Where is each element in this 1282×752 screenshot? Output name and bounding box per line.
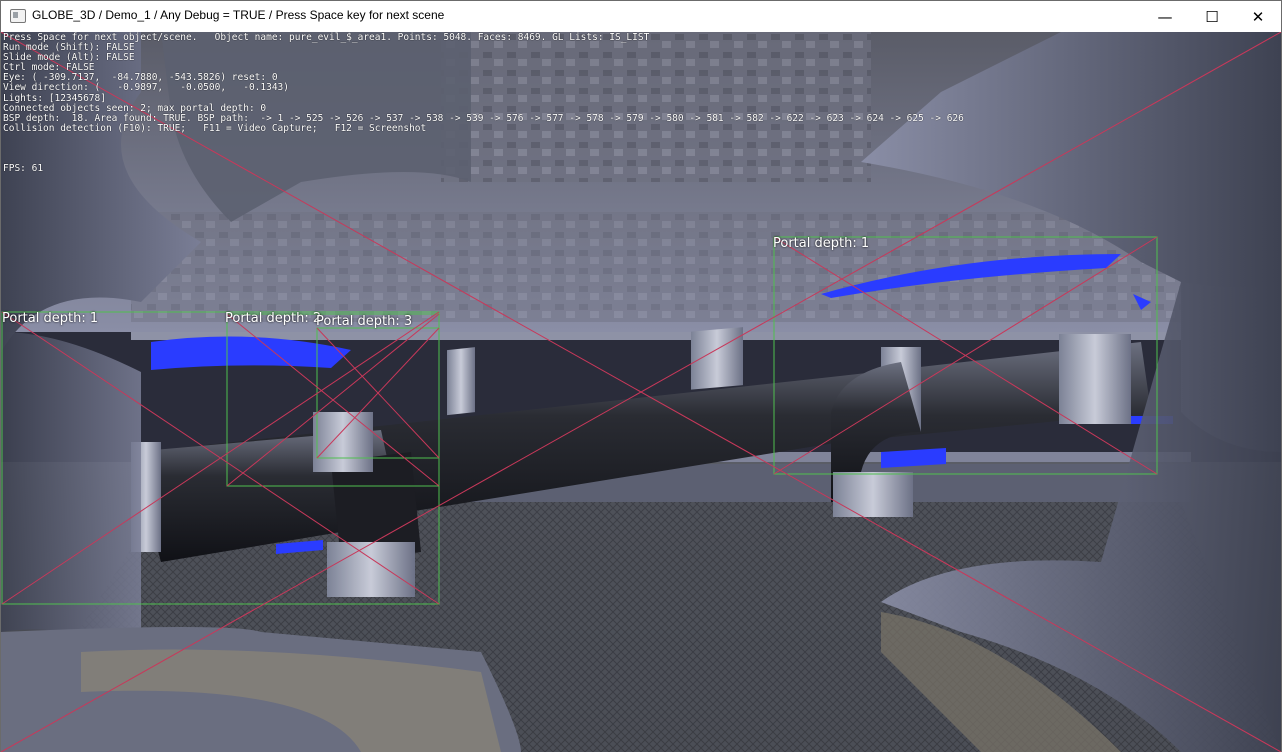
close-button[interactable]: ✕ [1235,1,1281,32]
3d-viewport[interactable]: Press Space for next object/scene. Objec… [1,32,1281,752]
hud-line: Collision detection (F10): TRUE; F11 = V… [3,122,427,134]
maximize-button[interactable]: ☐ [1189,1,1235,32]
scene-render [1,32,1281,752]
portal-label: Portal depth: 1 [2,311,99,326]
hud-line: View direction: ( -0.9897, -0.0500, -0.1… [3,82,289,94]
app-window-icon [10,9,26,23]
window-title: GLOBE_3D / Demo_1 / Any Debug = TRUE / P… [32,8,445,22]
portal-label: Portal depth: 1 [773,236,870,251]
app-window: GLOBE_3D / Demo_1 / Any Debug = TRUE / P… [0,0,1282,752]
fps-counter: FPS: 61 [3,163,44,174]
maximize-icon: ☐ [1205,7,1219,26]
minimize-icon: — [1157,7,1173,26]
debug-hud: Press Space for next object/scene. Objec… [3,32,964,134]
hud-line: Press Space for next object/scene. Objec… [3,32,650,43]
minimize-button[interactable]: — [1142,1,1188,32]
hud-line: Run mode (Shift): FALSE [3,42,135,54]
title-bar[interactable]: GLOBE_3D / Demo_1 / Any Debug = TRUE / P… [1,1,1281,32]
hud-line: Slide mode (Alt): FALSE [3,52,135,64]
close-icon: ✕ [1251,7,1265,26]
portal-label: Portal depth: 3 [316,314,413,329]
portal-label: Portal depth: 2 [225,311,322,326]
